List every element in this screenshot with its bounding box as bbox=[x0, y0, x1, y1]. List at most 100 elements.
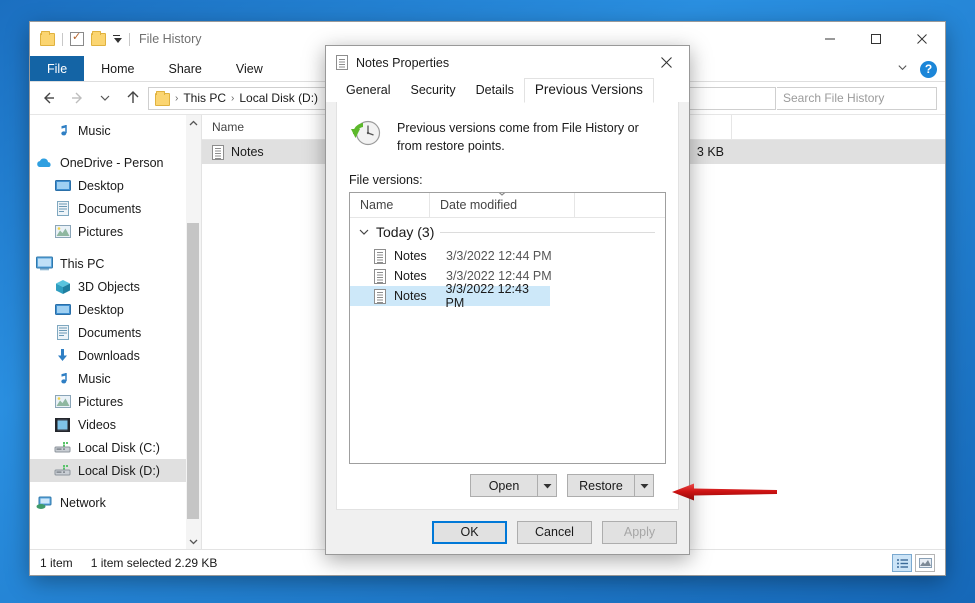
version-name: Notes bbox=[394, 289, 438, 303]
text-document-icon bbox=[374, 269, 386, 284]
version-name: Notes bbox=[394, 249, 438, 263]
this-pc-icon bbox=[36, 256, 53, 271]
group-header-today[interactable]: Today (3) bbox=[350, 218, 665, 246]
caret-down-icon[interactable] bbox=[634, 475, 653, 496]
tab-general[interactable]: General bbox=[336, 79, 400, 102]
restore-split-button[interactable]: Restore bbox=[567, 474, 654, 497]
text-document-icon bbox=[374, 249, 386, 264]
sidebar-item-label: This PC bbox=[60, 257, 104, 271]
list-item[interactable]: Notes 3/3/2022 12:44 PM bbox=[350, 246, 665, 266]
file-size: 3 KB bbox=[697, 145, 724, 159]
sidebar-item-music[interactable]: Music bbox=[30, 367, 201, 390]
sidebar-item-label: Network bbox=[60, 496, 106, 510]
sidebar-item-3d-objects[interactable]: 3D Objects bbox=[30, 275, 201, 298]
sidebar-item-network[interactable]: Network bbox=[30, 491, 201, 514]
sidebar-item-label: Music bbox=[78, 124, 111, 138]
tab-file[interactable]: File bbox=[30, 56, 84, 81]
chevron-down-icon bbox=[358, 226, 370, 238]
navigation-list: Music OneDrive - Person Desktop Documents Pi… bbox=[30, 115, 201, 514]
sidebar-item-label: Desktop bbox=[78, 179, 124, 193]
details-view-button[interactable] bbox=[892, 554, 912, 572]
panel-info: Previous versions come from File History… bbox=[349, 116, 666, 155]
breadcrumb-item-this-pc[interactable]: This PC bbox=[183, 91, 226, 105]
tab-view[interactable]: View bbox=[219, 56, 280, 81]
up-arrow-icon[interactable] bbox=[120, 85, 146, 111]
large-icons-view-button[interactable] bbox=[915, 554, 935, 572]
sidebar-item-local-disk-c[interactable]: Local Disk (C:) bbox=[30, 436, 201, 459]
sidebar-item-desktop[interactable]: Desktop bbox=[30, 174, 201, 197]
text-document-icon bbox=[336, 55, 348, 70]
videos-icon bbox=[54, 418, 71, 432]
sidebar-item-downloads[interactable]: Downloads bbox=[30, 344, 201, 367]
caret-down-icon[interactable] bbox=[537, 475, 556, 496]
divider bbox=[440, 232, 655, 233]
maximize-icon[interactable] bbox=[853, 22, 899, 56]
ok-button[interactable]: OK bbox=[432, 521, 507, 544]
sidebar-item-label: 3D Objects bbox=[78, 280, 140, 294]
folder-icon bbox=[155, 93, 170, 106]
minimize-icon[interactable] bbox=[807, 22, 853, 56]
restore-button[interactable]: Restore bbox=[568, 475, 634, 496]
cancel-button[interactable]: Cancel bbox=[517, 521, 592, 544]
column-header-name[interactable]: Name bbox=[350, 193, 430, 218]
column-header-blank[interactable] bbox=[575, 193, 665, 218]
chevron-down-icon[interactable] bbox=[897, 60, 908, 78]
window-title: File History bbox=[139, 32, 202, 46]
divider bbox=[62, 33, 63, 46]
column-header-extra[interactable] bbox=[732, 115, 822, 140]
tab-home[interactable]: Home bbox=[84, 56, 151, 81]
documents-icon bbox=[54, 201, 71, 216]
breadcrumb-item-local-disk-d[interactable]: Local Disk (D:) bbox=[239, 91, 318, 105]
back-arrow-icon[interactable] bbox=[36, 85, 62, 111]
tab-share[interactable]: Share bbox=[152, 56, 219, 81]
open-button[interactable]: Open bbox=[471, 475, 537, 496]
group-title: Today (3) bbox=[376, 224, 434, 240]
nav-group-gap bbox=[30, 482, 201, 491]
desktop-icon bbox=[54, 303, 71, 317]
navigation-scrollbar[interactable] bbox=[186, 115, 201, 549]
sidebar-item-documents[interactable]: Documents bbox=[30, 321, 201, 344]
sidebar-item-label: Pictures bbox=[78, 225, 123, 239]
open-split-button[interactable]: Open bbox=[470, 474, 557, 497]
local-disk-icon bbox=[54, 441, 71, 454]
sidebar-item-label: Music bbox=[78, 372, 111, 386]
recent-locations-chevron-icon[interactable] bbox=[92, 85, 118, 111]
forward-arrow-icon[interactable] bbox=[64, 85, 90, 111]
scrollbar-thumb[interactable] bbox=[187, 223, 199, 519]
divider bbox=[129, 33, 130, 46]
new-folder-icon[interactable] bbox=[91, 33, 106, 46]
file-versions-list[interactable]: Name Date modified Today (3) Notes 3/3/2… bbox=[349, 192, 666, 464]
scroll-down-arrow-icon[interactable] bbox=[186, 533, 201, 549]
sidebar-item-pictures[interactable]: Pictures bbox=[30, 390, 201, 413]
apply-button[interactable]: Apply bbox=[602, 521, 677, 544]
list-item[interactable]: Notes 3/3/2022 12:43 PM bbox=[350, 286, 550, 306]
quick-access-toolbar bbox=[40, 32, 130, 46]
scroll-up-arrow-icon[interactable] bbox=[186, 115, 201, 131]
sidebar-item-onedrive-person[interactable]: OneDrive - Person bbox=[30, 151, 201, 174]
tab-previous-versions[interactable]: Previous Versions bbox=[524, 78, 654, 103]
close-icon[interactable] bbox=[899, 22, 945, 56]
sidebar-item-documents[interactable]: Documents bbox=[30, 197, 201, 220]
tab-details[interactable]: Details bbox=[466, 79, 524, 102]
local-disk-icon bbox=[54, 464, 71, 477]
search-input[interactable]: Search File History bbox=[777, 87, 937, 110]
sidebar-item-desktop[interactable]: Desktop bbox=[30, 298, 201, 321]
customize-caret-icon[interactable] bbox=[113, 35, 122, 44]
sidebar-item-local-disk-d[interactable]: Local Disk (D:) bbox=[30, 459, 201, 482]
sidebar-item-music[interactable]: Music bbox=[30, 119, 201, 142]
sidebar-item-videos[interactable]: Videos bbox=[30, 413, 201, 436]
3d-objects-icon bbox=[54, 279, 71, 295]
sidebar-item-label: Documents bbox=[78, 326, 141, 340]
close-icon[interactable] bbox=[644, 46, 689, 79]
sidebar-item-pictures[interactable]: Pictures bbox=[30, 220, 201, 243]
column-header-date-modified[interactable]: Date modified bbox=[430, 193, 575, 218]
properties-icon[interactable] bbox=[70, 32, 84, 46]
previous-versions-panel: Previous versions come from File History… bbox=[336, 102, 679, 510]
help-icon[interactable]: ? bbox=[920, 61, 937, 78]
tab-security[interactable]: Security bbox=[400, 79, 465, 102]
column-header-date-modified-label: Date modified bbox=[440, 198, 517, 212]
folder-icon[interactable] bbox=[40, 33, 55, 46]
sidebar-item-label: Local Disk (D:) bbox=[78, 464, 160, 478]
ribbon-right-controls: ? bbox=[897, 56, 937, 82]
sidebar-item-this-pc[interactable]: This PC bbox=[30, 252, 201, 275]
